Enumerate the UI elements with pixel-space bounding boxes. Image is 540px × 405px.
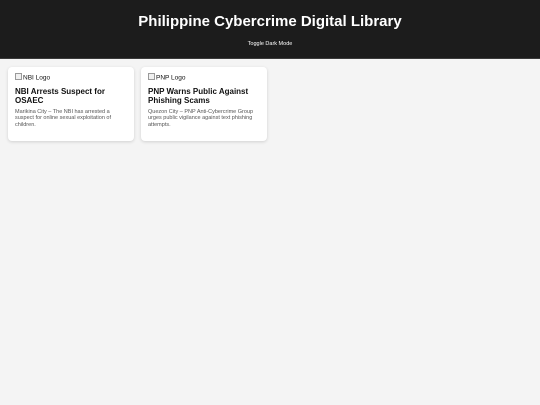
card-title: PNP Warns Public Against Phishing Scams xyxy=(148,86,249,105)
logo-alt-text: PNP Logo xyxy=(156,74,186,82)
nbi-logo-image: NBI Logo xyxy=(15,73,127,83)
card-description: Quezon City – PNP Anti-Cybercrime Group … xyxy=(148,108,254,128)
logo-alt-text: NBI Logo xyxy=(23,74,51,82)
site-header: Philippine Cybercrime Digital Library To… xyxy=(0,0,540,59)
card-title: NBI Arrests Suspect for OSAEC xyxy=(15,86,105,105)
toggle-dark-mode-button[interactable]: Toggle Dark Mode xyxy=(248,41,293,48)
news-card[interactable]: NBI Logo NBI Arrests Suspect for OSAEC M… xyxy=(8,67,134,141)
pnp-logo-image: PNP Logo xyxy=(148,73,260,83)
broken-image-icon xyxy=(15,73,22,80)
news-card[interactable]: PNP Logo PNP Warns Public Against Phishi… xyxy=(141,67,267,141)
card-description: Marikina City – The NBI has arrested a s… xyxy=(15,108,112,128)
broken-image-icon xyxy=(148,73,155,80)
page-title: Philippine Cybercrime Digital Library xyxy=(138,13,402,30)
news-card-list: NBI Logo NBI Arrests Suspect for OSAEC M… xyxy=(0,59,540,141)
